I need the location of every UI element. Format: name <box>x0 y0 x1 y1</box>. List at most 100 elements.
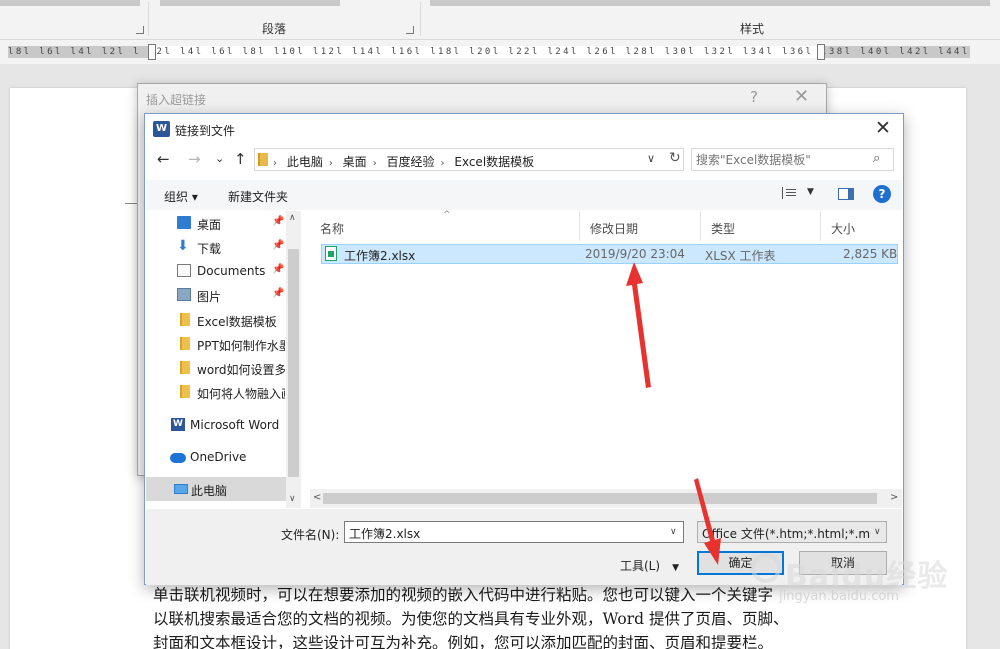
nav-item-label: word如何设置多 <box>197 363 285 377</box>
file-list: ^ 名称 修改日期 类型 大小 工作簿2.xlsx 2019/9/20 23:0… <box>310 210 902 508</box>
nav-item-label: Excel数据模板 <box>197 315 277 329</box>
pin-icon[interactable]: 📌 <box>272 288 284 299</box>
chevron-down-icon[interactable]: ∨ <box>647 152 655 165</box>
preview-pane-icon[interactable] <box>838 188 854 200</box>
file-name: 工作簿2.xlsx <box>344 249 416 263</box>
search-box[interactable]: ⌕ <box>691 148 894 171</box>
filename-field[interactable]: 工作簿2.xlsx <box>349 525 420 542</box>
chevron-down-icon[interactable]: ∨ <box>670 527 677 537</box>
paragraph-line: 以联机搜索最适合您的文档的视频。为使您的文档具有专业外观，Word 提供了页眉、… <box>153 610 789 628</box>
column-type[interactable]: 类型 <box>701 211 821 241</box>
scrollbar-thumb[interactable] <box>323 493 877 504</box>
file-row[interactable]: 工作簿2.xlsx 2019/9/20 23:04 XLSX 工作表 2,825… <box>321 244 898 264</box>
scroll-right-icon[interactable]: > <box>890 492 898 503</box>
chevron-right-icon: › <box>440 158 445 169</box>
column-header: ^ 名称 修改日期 类型 大小 <box>310 210 902 241</box>
help-button[interactable]: ? <box>750 88 758 106</box>
new-folder-button[interactable]: 新建文件夹 <box>228 188 288 205</box>
folder-icon <box>180 337 190 350</box>
breadcrumb-item[interactable]: Excel数据模板 <box>454 155 534 169</box>
horizontal-ruler[interactable]: l8l l6l l4l l2l l l2l l4l l6l l8l l10l l… <box>0 40 1000 64</box>
column-size[interactable]: 大小 <box>821 211 901 241</box>
scrollbar-thumb[interactable] <box>288 249 299 477</box>
breadcrumb-item[interactable]: 百度经验 <box>387 155 435 169</box>
baidu-watermark: Baidu经验 jingyan.baidu.com <box>745 545 965 607</box>
nav-item-folder[interactable]: word如何设置多 <box>146 356 288 380</box>
folder-icon <box>180 313 190 326</box>
nav-pane-scrollbar[interactable]: ∧ ∨ <box>286 211 301 508</box>
nav-item-label: 此电脑 <box>191 484 228 498</box>
ribbon-font-controls[interactable] <box>0 0 140 6</box>
back-arrow-icon[interactable]: ← <box>157 150 170 168</box>
file-type-filter[interactable]: Office 文件(*.htm;*.html;*.mht ∨ <box>697 521 887 543</box>
nav-item-microsoft-word[interactable]: W Microsoft Word <box>146 413 288 437</box>
baidu-paw-logo-icon <box>751 553 781 583</box>
dialog-title: 插入超链接 <box>146 93 207 107</box>
filename-label: 文件名(N): <box>281 528 340 542</box>
column-modified[interactable]: 修改日期 <box>580 211 701 241</box>
nav-item-pictures[interactable]: 图片 📌 <box>146 283 288 307</box>
nav-item-label: OneDrive <box>190 450 247 464</box>
nav-item-folder[interactable]: 如何将人物融入画 <box>146 380 288 404</box>
chevron-right-icon: › <box>328 158 333 169</box>
scroll-left-icon[interactable]: < <box>313 492 321 503</box>
ribbon: 段落 样式 <box>0 0 1000 40</box>
file-type: XLSX 工作表 <box>705 249 776 263</box>
file-list-horizontal-scrollbar[interactable]: < > <box>310 489 902 508</box>
tools-label: 工具(L) <box>620 559 661 573</box>
close-button[interactable]: ✕ <box>875 117 891 139</box>
paragraph-dialog-launcher[interactable] <box>406 26 414 34</box>
navigation-pane: 桌面 📌 ⬇ 下载 📌 Documents 📌 图片 📌 Excel数据模板 P… <box>146 211 301 508</box>
chevron-right-icon: › <box>273 158 277 169</box>
file-modified: 2019/9/20 23:04 <box>585 247 685 261</box>
left-indent-marker[interactable] <box>148 44 156 60</box>
search-input[interactable] <box>696 151 866 168</box>
this-pc-icon <box>174 484 188 494</box>
nav-item-label: Microsoft Word <box>190 418 280 432</box>
dialog-titlebar: W 链接到文件 ✕ <box>145 114 903 144</box>
close-button[interactable]: ✕ <box>794 86 809 107</box>
paragraph-line: 单击联机视频时，可以在想要添加的视频的嵌入代码中进行粘贴。您也可以键入一个关键字 <box>153 586 774 604</box>
view-options-icon[interactable] <box>782 187 796 199</box>
column-name[interactable]: 名称 <box>310 211 580 241</box>
nav-item-this-pc[interactable]: 此电脑 <box>146 477 288 501</box>
document-body[interactable]: 单击联机视频时，可以在想要添加的视频的嵌入代码中进行粘贴。您也可以键入一个关键字… <box>153 583 833 649</box>
chevron-down-icon[interactable]: ▼ <box>807 187 814 197</box>
file-type-filter-value: Office 文件(*.htm;*.html;*.mht <box>702 527 870 541</box>
breadcrumb: › 此电脑 › 桌面 › 百度经验 › Excel数据模板 <box>273 153 540 170</box>
navigation-bar: ← → ⌄ ↑ › 此电脑 › 桌面 › 百度经验 › Excel数据模板 ∨ ↻ ⌕ <box>145 146 903 174</box>
breadcrumb-item[interactable]: 桌面 <box>343 155 367 169</box>
recent-locations-chevron-icon[interactable]: ⌄ <box>215 152 224 165</box>
nav-item-folder[interactable]: Excel数据模板 <box>146 308 288 332</box>
pin-icon[interactable]: 📌 <box>272 264 284 275</box>
pictures-icon <box>177 288 191 301</box>
filename-combobox[interactable]: 工作簿2.xlsx ∨ <box>344 521 684 543</box>
search-icon[interactable]: ⌕ <box>873 151 880 166</box>
download-icon: ⬇ <box>177 238 189 254</box>
link-to-file-dialog: W 链接到文件 ✕ ← → ⌄ ↑ › 此电脑 › 桌面 › 百度经验 › Excel… <box>144 113 904 585</box>
ribbon-paragraph-controls[interactable] <box>160 0 340 6</box>
scroll-down-icon[interactable]: ∨ <box>289 494 296 504</box>
nav-item-onedrive[interactable]: OneDrive <box>146 445 288 469</box>
ribbon-style-gallery[interactable] <box>430 0 990 6</box>
nav-item-desktop[interactable]: 桌面 📌 <box>146 211 288 235</box>
scroll-up-icon[interactable]: ∧ <box>289 213 296 223</box>
tools-menu[interactable]: 工具(L) ▼ <box>620 557 679 574</box>
help-icon[interactable]: ? <box>873 185 891 203</box>
nav-item-downloads[interactable]: ⬇ 下载 📌 <box>146 235 288 259</box>
dropdown-triangle-icon: ▼ <box>672 563 679 573</box>
nav-item-documents[interactable]: Documents 📌 <box>146 259 288 283</box>
nav-item-folder[interactable]: PPT如何制作水墨 <box>146 332 288 356</box>
refresh-icon[interactable]: ↻ <box>669 150 681 166</box>
up-arrow-icon[interactable]: ↑ <box>234 150 247 168</box>
right-indent-marker[interactable] <box>817 44 825 60</box>
address-bar[interactable]: › 此电脑 › 桌面 › 百度经验 › Excel数据模板 ∨ ↻ <box>254 148 684 171</box>
breadcrumb-item[interactable]: 此电脑 <box>287 155 323 169</box>
font-dialog-launcher[interactable] <box>136 26 144 34</box>
file-size: 2,825 KB <box>843 247 898 261</box>
chevron-down-icon[interactable]: ∨ <box>874 527 881 537</box>
organize-button[interactable]: 组织 ▾ <box>164 188 198 205</box>
pin-icon[interactable]: 📌 <box>272 240 284 251</box>
pin-icon[interactable]: 📌 <box>272 216 284 227</box>
forward-arrow-icon[interactable]: → <box>188 150 201 168</box>
